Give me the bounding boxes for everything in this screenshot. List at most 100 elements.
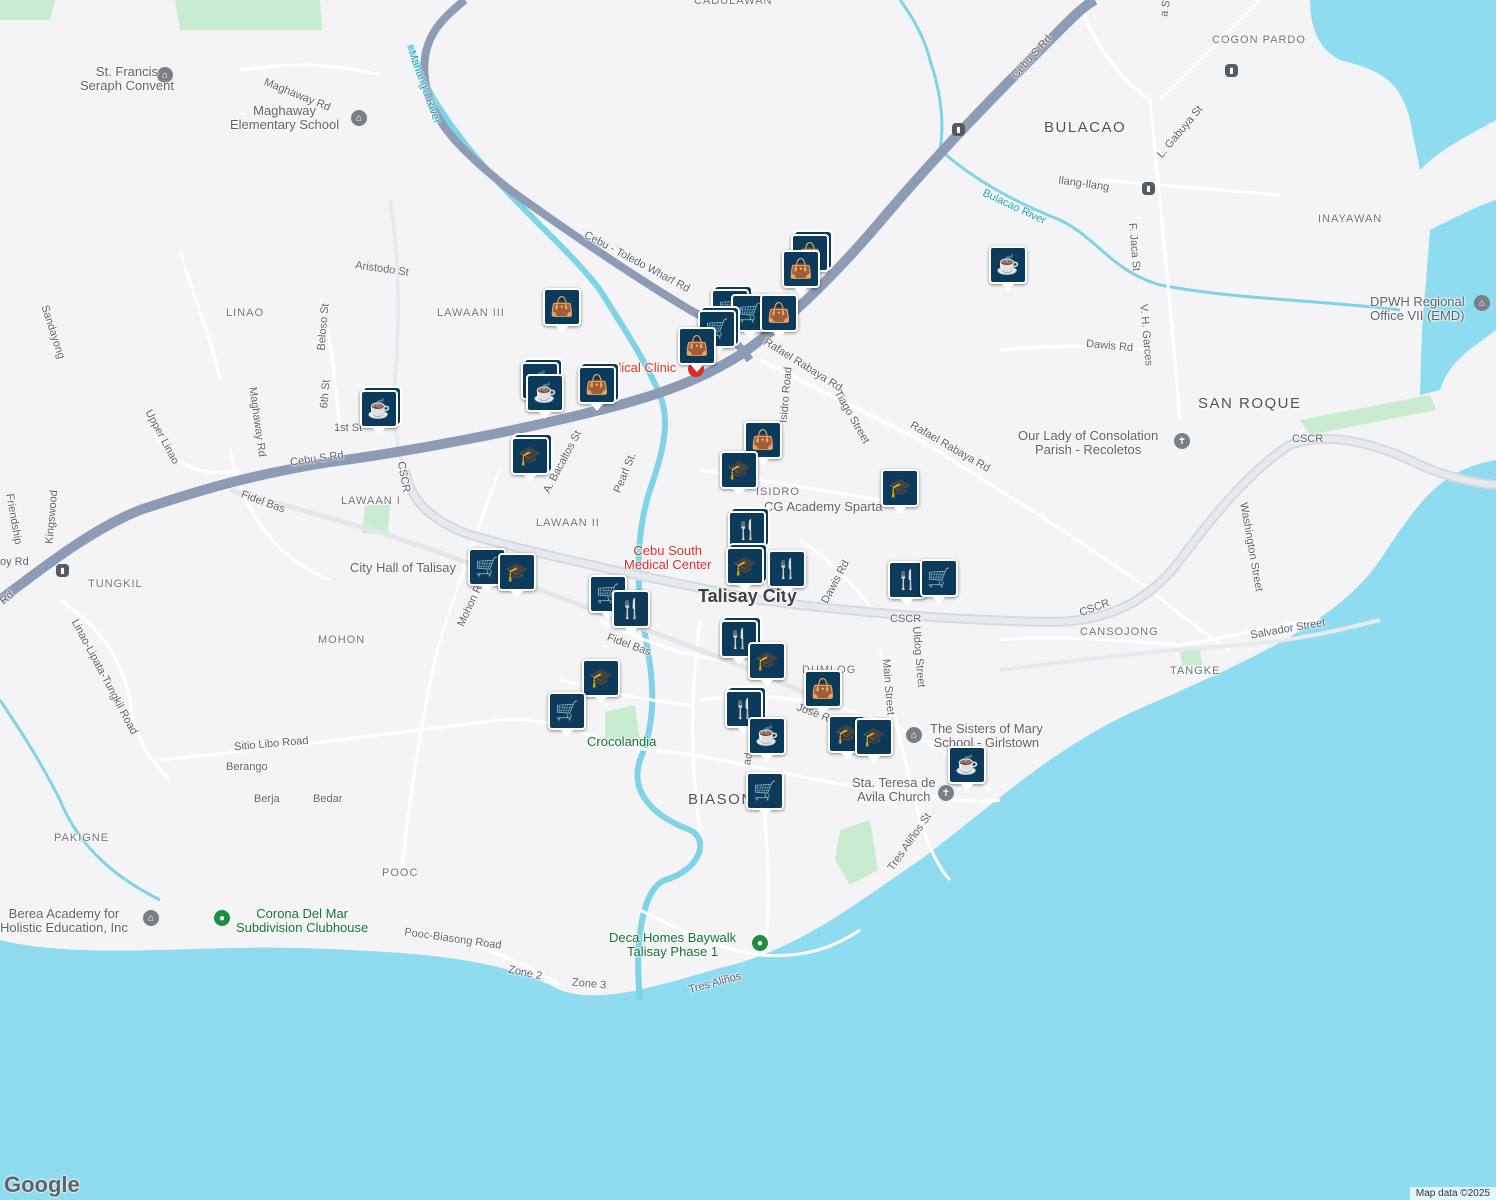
marker-shopping-bag-8[interactable]: 👜 (804, 670, 842, 715)
marker-school-4[interactable]: 🎓 (726, 547, 764, 592)
marker-restaurant-3[interactable]: 🍴 (612, 590, 650, 635)
school-icon: 🎓 (518, 445, 542, 467)
clubhouse-icon[interactable]: ● (214, 910, 230, 926)
marker-coffee-1[interactable]: ☕ (989, 246, 1027, 291)
shopping-cart-icon: 🛒 (753, 780, 777, 802)
coffee-icon: ☕ (955, 754, 979, 776)
poi-sta-teresa-church[interactable]: Sta. Teresa de Avila Church (852, 776, 936, 804)
area-label-lawaan-i: LAWAAN I (341, 495, 401, 507)
restaurant-icon: 🍴 (732, 698, 756, 720)
area-label-pakigne: PAKIGNE (54, 832, 110, 844)
marker-school-9[interactable]: 🎓 (855, 718, 893, 763)
road-label-6th-st: 6th St (318, 379, 333, 409)
marker-restaurant-1[interactable]: 🍴 (728, 511, 766, 556)
area-label-cadulawan: CADULAWAN (694, 0, 773, 7)
google-logo: Google (4, 1172, 80, 1197)
shopping-cart-icon: 🛒 (555, 700, 579, 722)
poi-berea-academy[interactable]: Berea Academy for Holistic Education, In… (0, 907, 128, 935)
school-icon: 🎓 (733, 555, 757, 577)
coffee-icon: ☕ (755, 725, 779, 747)
poi-our-lady-of-consolation[interactable]: Our Lady of Consolation Parish - Recolet… (1018, 429, 1158, 457)
marker-school-2[interactable]: 🎓 (720, 451, 758, 496)
road-label-cscr-2: CSCR (890, 613, 922, 625)
area-label-biason: BIASON (688, 791, 754, 808)
area-label-cogon-pardo: COGON PARDO (1212, 34, 1306, 46)
poi-sisters-of-mary-school[interactable]: The Sisters of Mary School - Girlstown (930, 722, 1043, 750)
map-canvas[interactable]: CADULAWAN COGON PARDO BULACAO INAYAWAN L… (0, 0, 1496, 1200)
shopping-cart-icon: 🛒 (475, 556, 499, 578)
poi-crocolandia[interactable]: Crocolandia (587, 735, 656, 749)
marker-shopping-cart-6[interactable]: 🛒 (920, 559, 958, 604)
bus-stop-icon[interactable]: ▮ (1142, 182, 1155, 195)
church-icon[interactable]: ✝ (1174, 433, 1190, 449)
marker-shopping-bag-2[interactable]: 👜 (782, 250, 820, 295)
bus-stop-icon[interactable]: ▮ (952, 123, 965, 136)
poi-deca-homes-baywalk[interactable]: Deca Homes Baywalk Talisay Phase 1 (609, 931, 736, 959)
school-icon[interactable]: ⌂ (143, 910, 159, 926)
marker-school-1[interactable]: 🎓 (511, 437, 549, 482)
marker-school-3[interactable]: 🎓 (881, 469, 919, 514)
area-label-inayawan: INAYAWAN (1318, 213, 1383, 225)
area-label-lawaan-ii: LAWAAN II (536, 517, 600, 529)
area-label-tungkil: TUNGKIL (88, 578, 143, 590)
school-icon: 🎓 (755, 650, 779, 672)
shopping-bag-icon: 👜 (585, 374, 609, 396)
poi-cebu-south-medical-center[interactable]: Cebu South Medical Center (624, 544, 711, 572)
school-icon: 🎓 (589, 667, 613, 689)
marker-school-5[interactable]: 🎓 (498, 553, 536, 598)
school-icon: 🎓 (862, 726, 886, 748)
park-icon[interactable]: ● (752, 935, 768, 951)
marker-shopping-bag-6[interactable]: 👜 (578, 366, 616, 411)
road-label-zone-3: Zone 3 (571, 976, 607, 992)
marker-shopping-bag-4[interactable]: 👜 (760, 294, 798, 339)
map-attribution[interactable]: Map data ©2025 (1409, 1187, 1496, 1200)
poi-maghaway-elementary[interactable]: Maghaway Elementary School (230, 104, 339, 132)
marker-school-7[interactable]: 🎓 (582, 659, 620, 704)
government-icon[interactable]: ⌂ (1474, 295, 1490, 311)
coffee-icon: ☕ (367, 398, 391, 420)
area-label-tangke: TANGKE (1170, 665, 1221, 677)
church-icon[interactable]: ✝ (938, 785, 954, 801)
road-label-berango: Berango (226, 761, 268, 773)
restaurant-icon: 🍴 (619, 598, 643, 620)
school-icon: 🎓 (505, 561, 529, 583)
marker-shopping-cart-8[interactable]: 🛒 (746, 772, 784, 817)
area-label-cansojong: CANSOJONG (1080, 626, 1159, 638)
marker-shopping-bag-5[interactable]: 👜 (678, 327, 716, 372)
restaurant-icon: 🍴 (775, 558, 799, 580)
poi-corona-del-mar-clubhouse[interactable]: Corona Del Mar Subdivision Clubhouse (236, 907, 368, 935)
area-label-pooc: POOC (382, 867, 419, 879)
school-icon: 🎓 (727, 459, 751, 481)
poi-st-francis-convent[interactable]: St. Francis Seraph Convent (80, 65, 174, 93)
poi-dpwh-regional-office[interactable]: DPWH Regional Office VII (EMD) (1370, 295, 1465, 323)
coffee-icon: ☕ (996, 254, 1020, 276)
marker-coffee-6[interactable]: ☕ (948, 746, 986, 791)
area-label-isidro: ISIDRO (756, 486, 800, 498)
shopping-bag-icon: 👜 (789, 258, 813, 280)
marker-restaurant-2[interactable]: 🍴 (768, 550, 806, 595)
area-label-bulacao: BULACAO (1044, 119, 1127, 136)
shopping-cart-icon: 🛒 (738, 302, 762, 324)
marker-coffee-4[interactable]: ☕ (360, 390, 398, 435)
marker-shopping-cart-7[interactable]: 🛒 (548, 692, 586, 737)
school-icon[interactable]: ⌂ (906, 727, 922, 743)
shopping-cart-icon: 🛒 (927, 567, 951, 589)
bus-stop-icon[interactable]: ▮ (56, 564, 69, 577)
road-label-bedar: Bedar (313, 793, 343, 805)
area-label-mohon: MOHON (318, 634, 366, 646)
school-icon[interactable]: ⌂ (351, 110, 367, 126)
area-label-san-roque: SAN ROQUE (1198, 395, 1302, 412)
shopping-bag-icon: 👜 (751, 429, 775, 451)
marker-shopping-bag-3[interactable]: 👜 (543, 288, 581, 333)
area-label-linao: LINAO (226, 307, 265, 319)
restaurant-icon: 🍴 (895, 569, 919, 591)
poi-city-hall-talisay[interactable]: City Hall of Talisay (350, 561, 456, 575)
marker-school-6[interactable]: 🎓 (748, 642, 786, 687)
poi-cg-academy-sparta[interactable]: CG Academy Sparta (764, 500, 883, 514)
marker-coffee-5[interactable]: ☕ (748, 717, 786, 762)
marker-coffee-3[interactable]: ☕ (526, 374, 564, 419)
shopping-bag-icon: 👜 (811, 678, 835, 700)
bus-stop-icon[interactable]: ▮ (1225, 64, 1238, 77)
road-label-berja: Berja (254, 793, 280, 805)
shopping-bag-icon: 👜 (550, 296, 574, 318)
